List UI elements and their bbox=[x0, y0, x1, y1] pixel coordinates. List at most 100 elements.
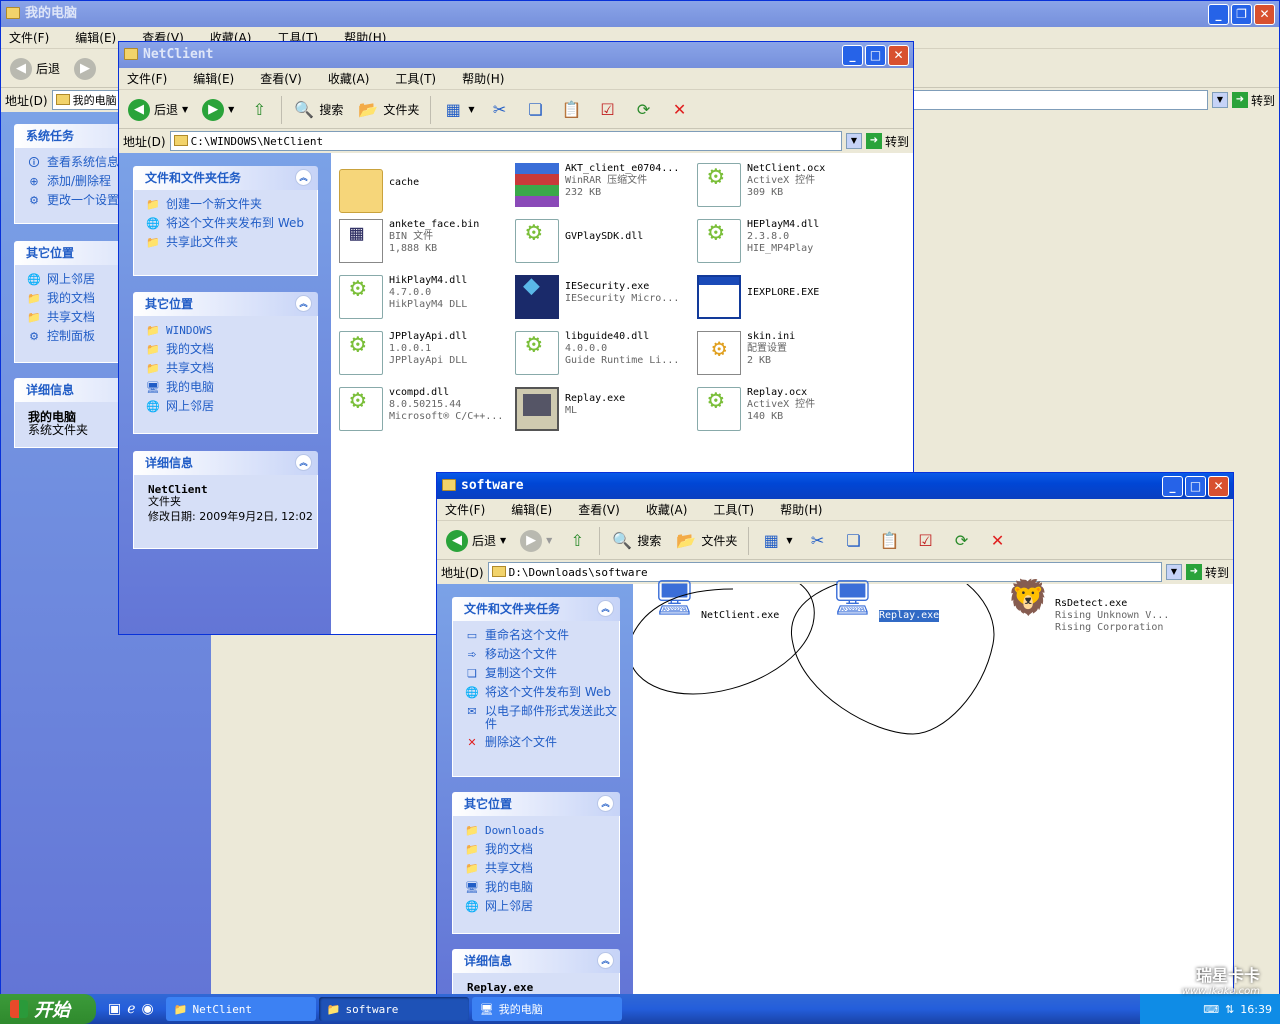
menu-favorites[interactable]: 收藏(A) bbox=[324, 70, 374, 87]
file-item[interactable]: NetClient.exe bbox=[651, 592, 826, 636]
task-rename-file[interactable]: ▭ 重命名这个文件 bbox=[465, 629, 619, 643]
task-publish-web[interactable]: 🌐 将这个文件夹发布到 Web bbox=[146, 217, 317, 231]
menu-file[interactable]: 文件(F) bbox=[441, 501, 489, 518]
file-item[interactable]: AKT_client_e0704... WinRAR 压缩文件 232 KB bbox=[515, 163, 690, 207]
menu-help[interactable]: 帮助(H) bbox=[776, 501, 826, 518]
file-item[interactable]: ankete_face.binBIN 文件1,888 KB bbox=[339, 219, 514, 263]
address-dropdown-icon[interactable]: ▼ bbox=[845, 133, 862, 149]
folders-button[interactable]: 📂 文件夹 bbox=[354, 95, 422, 125]
forward-button[interactable]: ▶ bbox=[71, 54, 99, 84]
back-button[interactable]: ◀ 后退 ▼ bbox=[125, 95, 191, 125]
place-shared-documents[interactable]: 📁 共享文档 bbox=[146, 362, 317, 376]
network-icon[interactable]: ⇅ bbox=[1225, 1003, 1234, 1016]
file-tasks-header[interactable]: 文件和文件夹任务 ︽ bbox=[133, 166, 318, 190]
maximize-button[interactable]: □ bbox=[865, 45, 886, 66]
place-downloads[interactable]: 📁 Downloads bbox=[465, 824, 619, 838]
menu-favorites[interactable]: 收藏(A) bbox=[642, 501, 692, 518]
file-item[interactable]: RsDetect.exeRising Unknown V...Rising Co… bbox=[1005, 592, 1180, 636]
task-email-file[interactable]: ✉ 以电子邮件形式发送此文件 bbox=[465, 705, 619, 731]
clock[interactable]: 16:39 bbox=[1240, 1003, 1272, 1016]
start-button[interactable]: 开始 bbox=[0, 994, 96, 1024]
close-button[interactable]: ✕ bbox=[1254, 4, 1275, 25]
taskbar-button-software[interactable]: 📁 software bbox=[318, 997, 469, 1021]
minimize-button[interactable]: _ bbox=[1162, 476, 1183, 497]
address-dropdown-icon[interactable]: ▼ bbox=[1211, 92, 1228, 108]
file-item[interactable]: HikPlayM4.dll4.7.0.0HikPlayM4 DLL bbox=[339, 275, 514, 319]
task-new-folder[interactable]: 📁 创建一个新文件夹 bbox=[146, 198, 317, 212]
minimize-button[interactable]: _ bbox=[842, 45, 863, 66]
refresh-button[interactable]: ⟳ bbox=[948, 526, 976, 556]
task-move-file[interactable]: ➾ 移动这个文件 bbox=[465, 648, 619, 662]
views-button[interactable]: ▦ ▼ bbox=[757, 526, 795, 556]
taskbar-button-netclient[interactable]: 📁 NetClient bbox=[165, 997, 316, 1021]
forward-button[interactable]: ▶ ▼ bbox=[199, 95, 237, 125]
file-tasks-header[interactable]: 文件和文件夹任务 ︽ bbox=[452, 597, 620, 621]
file-item[interactable]: JPPlayApi.dll1.0.0.1JPPlayApi DLL bbox=[339, 331, 514, 375]
menu-tools[interactable]: 工具(T) bbox=[391, 70, 440, 87]
menu-edit[interactable]: 编辑(E) bbox=[71, 29, 120, 46]
collapse-chevron-icon[interactable]: ︽ bbox=[597, 952, 614, 969]
copy-button[interactable]: ❏ bbox=[840, 526, 868, 556]
file-item[interactable]: cache bbox=[339, 163, 514, 213]
file-item[interactable]: vcompd.dll8.0.50215.44Microsoft® C/C++..… bbox=[339, 387, 514, 431]
other-places-header[interactable]: 其它位置 ︽ bbox=[452, 792, 620, 816]
place-my-computer[interactable]: 🖥 我的电脑 bbox=[465, 881, 619, 895]
refresh-button[interactable]: ⟳ bbox=[630, 95, 658, 125]
maximize-button[interactable]: ❐ bbox=[1231, 4, 1252, 25]
cut-button[interactable]: ✂ bbox=[486, 95, 514, 125]
collapse-chevron-icon[interactable]: ︽ bbox=[597, 600, 614, 617]
file-item-selected[interactable]: Replay.exe bbox=[829, 592, 1004, 636]
software-titlebar[interactable]: software _ □ ✕ bbox=[437, 473, 1233, 499]
forward-button[interactable]: ▶ ▼ bbox=[517, 526, 555, 556]
file-item[interactable]: HEPlayM4.dll2.3.8.0HIE_MP4Play bbox=[697, 219, 872, 263]
task-publish-web[interactable]: 🌐 将这个文件发布到 Web bbox=[465, 686, 619, 700]
desktop-icon[interactable]: ▣ bbox=[108, 1001, 121, 1017]
mycomputer-titlebar[interactable]: 我的电脑 _ ❐ ✕ bbox=[1, 1, 1279, 27]
search-button[interactable]: 🔍 搜索 bbox=[608, 526, 664, 556]
place-my-computer[interactable]: 🖥 我的电脑 bbox=[146, 381, 317, 395]
close-button[interactable]: ✕ bbox=[1208, 476, 1229, 497]
details-header[interactable]: 详细信息 ︽ bbox=[452, 949, 620, 973]
file-item[interactable]: skin.ini配置设置2 KB bbox=[697, 331, 872, 375]
search-button[interactable]: 🔍 搜索 bbox=[290, 95, 346, 125]
maximize-button[interactable]: □ bbox=[1185, 476, 1206, 497]
keyboard-icon[interactable]: ⌨ bbox=[1203, 1003, 1219, 1016]
file-item[interactable]: libguide40.dll4.0.0.0Guide Runtime Li... bbox=[515, 331, 690, 375]
netclient-titlebar[interactable]: NetClient _ □ ✕ bbox=[119, 42, 913, 68]
media-icon[interactable]: ◉ bbox=[142, 1001, 154, 1017]
place-my-documents[interactable]: 📁 我的文档 bbox=[146, 343, 317, 357]
menu-view[interactable]: 查看(V) bbox=[574, 501, 624, 518]
file-item[interactable]: IESecurity.exeIESecurity Micro... bbox=[515, 275, 690, 319]
up-folder-button[interactable]: ⇧ bbox=[245, 95, 273, 125]
undo-button[interactable]: ☑ bbox=[912, 526, 940, 556]
collapse-chevron-icon[interactable]: ︽ bbox=[597, 795, 614, 812]
task-delete-file[interactable]: ✕ 删除这个文件 bbox=[465, 736, 619, 750]
menu-file[interactable]: 文件(F) bbox=[5, 29, 53, 46]
task-share-folder[interactable]: 📁 共享此文件夹 bbox=[146, 236, 317, 250]
close-button[interactable]: ✕ bbox=[888, 45, 909, 66]
taskbar-button-mycomputer[interactable]: 🖥 我的电脑 bbox=[471, 997, 622, 1021]
up-folder-button[interactable]: ⇧ bbox=[563, 526, 591, 556]
collapse-chevron-icon[interactable]: ︽ bbox=[295, 454, 312, 471]
file-item[interactable]: Replay.exe ML bbox=[515, 387, 690, 431]
place-shared-documents[interactable]: 📁 共享文档 bbox=[465, 862, 619, 876]
collapse-chevron-icon[interactable]: ︽ bbox=[295, 169, 312, 186]
address-input[interactable]: D:\Downloads\software bbox=[487, 562, 1162, 582]
place-windows[interactable]: 📁 WINDOWS bbox=[146, 324, 317, 338]
go-button[interactable]: ➜ 转到 bbox=[865, 133, 909, 150]
delete-button[interactable]: ✕ bbox=[984, 526, 1012, 556]
back-button[interactable]: ◀ 后退 ▼ bbox=[443, 526, 509, 556]
address-dropdown-icon[interactable]: ▼ bbox=[1165, 564, 1182, 580]
menu-help[interactable]: 帮助(H) bbox=[458, 70, 508, 87]
menu-tools[interactable]: 工具(T) bbox=[709, 501, 758, 518]
paste-button[interactable]: 📋 bbox=[558, 95, 586, 125]
menu-view[interactable]: 查看(V) bbox=[256, 70, 306, 87]
task-copy-file[interactable]: ❏ 复制这个文件 bbox=[465, 667, 619, 681]
folders-button[interactable]: 📂 文件夹 bbox=[672, 526, 740, 556]
go-button[interactable]: ➜ 转到 bbox=[1231, 92, 1275, 109]
menu-edit[interactable]: 编辑(E) bbox=[507, 501, 556, 518]
menu-edit[interactable]: 编辑(E) bbox=[189, 70, 238, 87]
copy-button[interactable]: ❏ bbox=[522, 95, 550, 125]
back-button[interactable]: ◀ 后退 bbox=[7, 54, 63, 84]
paste-button[interactable]: 📋 bbox=[876, 526, 904, 556]
